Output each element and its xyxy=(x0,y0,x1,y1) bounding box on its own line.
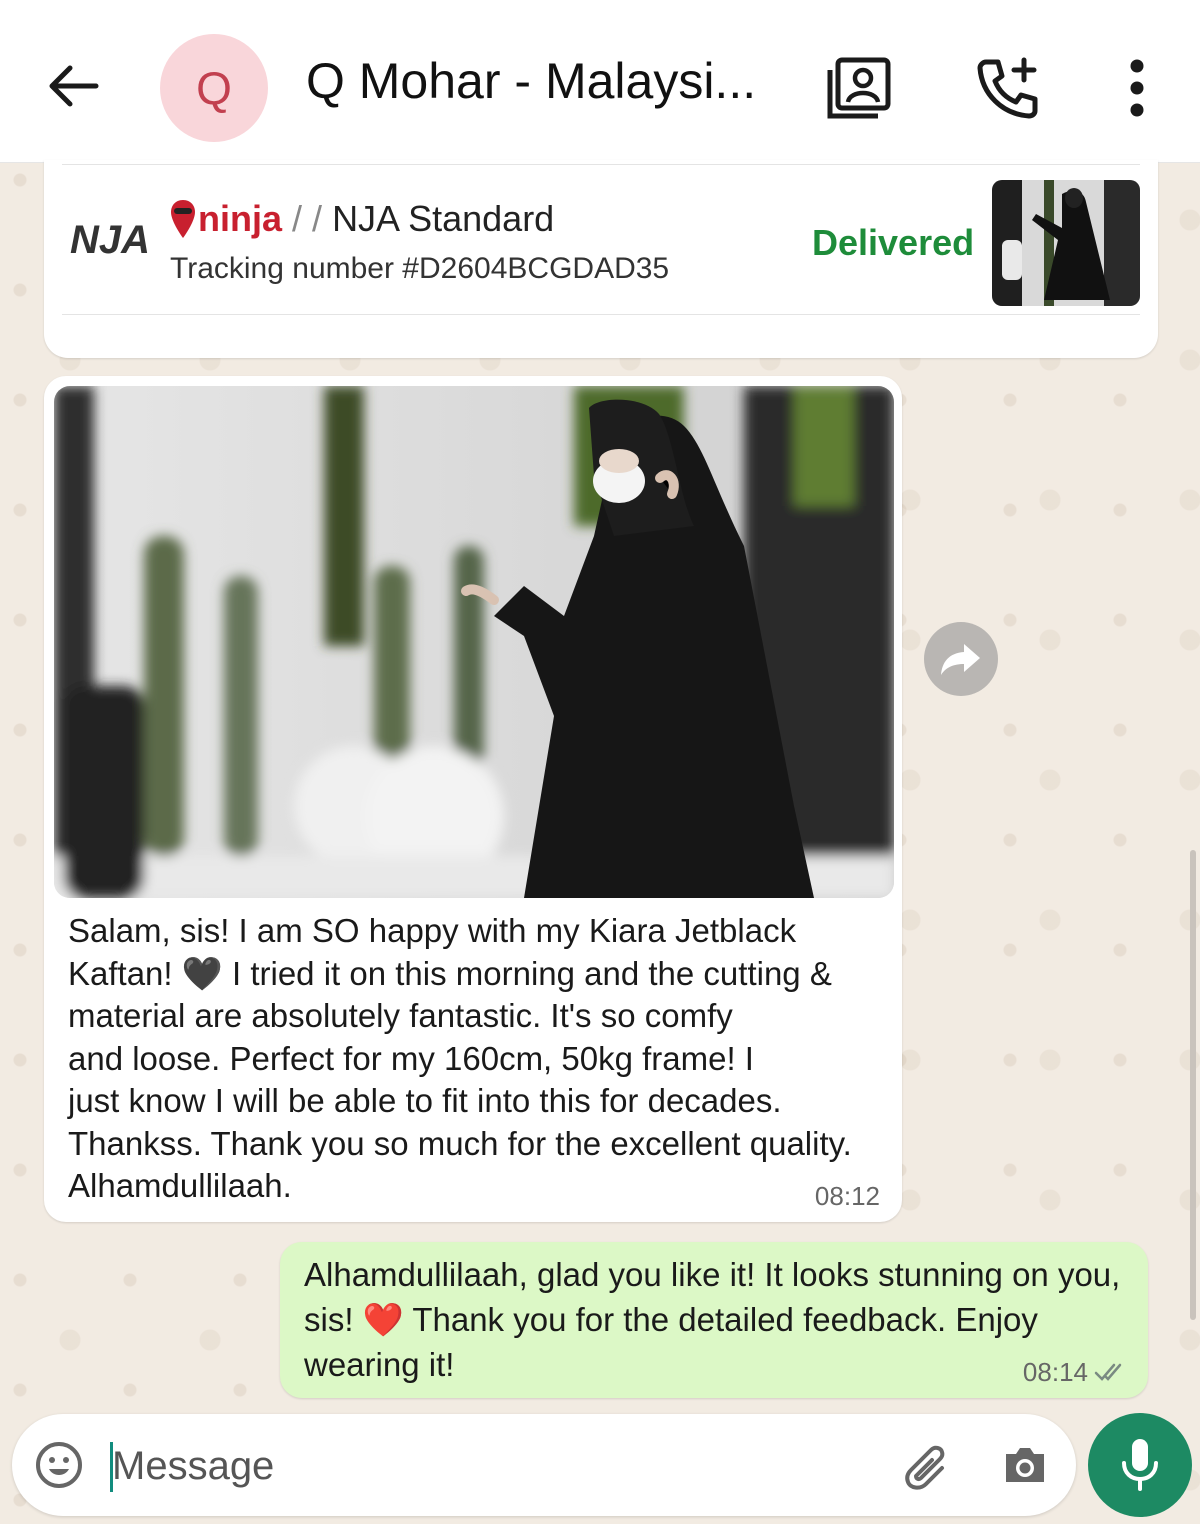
mic-button[interactable] xyxy=(1088,1413,1192,1517)
camera-button[interactable] xyxy=(1000,1440,1050,1495)
back-arrow-icon xyxy=(49,65,99,107)
attach-button[interactable] xyxy=(902,1442,952,1497)
back-button[interactable] xyxy=(44,56,104,116)
courier-logo: NJA xyxy=(70,218,151,262)
text-line: sis! ❤️ Thank you for the detailed feedb… xyxy=(304,1301,1038,1338)
incoming-message[interactable]: Salam, sis! I am SO happy with my Kiara … xyxy=(44,376,902,1222)
attach-icon xyxy=(905,1445,945,1490)
add-call-icon xyxy=(977,57,1038,119)
product-thumbnail[interactable] xyxy=(992,180,1140,306)
add-call-button[interactable] xyxy=(976,56,1042,125)
message-photo[interactable] xyxy=(54,386,894,898)
text-line: and loose. Perfect for my 160cm, 50kg fr… xyxy=(68,1039,754,1077)
avatar[interactable]: Q xyxy=(160,34,268,142)
contact-name[interactable]: Q Mohar - Malaysi... xyxy=(306,52,786,110)
mic-icon xyxy=(1122,1439,1158,1491)
message-composer xyxy=(12,1414,1076,1516)
text-line: Salam, sis! I am SO happy with my Kiara … xyxy=(68,912,797,949)
contact-card-button[interactable] xyxy=(826,56,892,125)
contact-card-icon xyxy=(827,57,891,119)
more-options-button[interactable] xyxy=(1120,56,1154,125)
message-timestamp: 08:14 xyxy=(1022,1357,1088,1387)
divider xyxy=(62,314,1140,315)
delivery-status: Delivered xyxy=(812,222,975,263)
emoji-icon xyxy=(36,1442,82,1488)
text-line: Thankss. Thank you so much for the excel… xyxy=(68,1124,852,1162)
chat-header: Q Q Mohar - Malaysi... xyxy=(0,0,1200,163)
double-check-icon xyxy=(1094,1363,1122,1381)
divider xyxy=(62,164,1140,165)
forward-button[interactable] xyxy=(924,622,998,696)
forward-icon xyxy=(941,644,980,675)
scrollbar[interactable] xyxy=(1190,850,1196,1320)
courier-brand: ninja xyxy=(198,198,283,239)
text-line: Alhamdullilaah, glad you like it! It loo… xyxy=(304,1256,1121,1293)
tracking-number: Tracking number #D2604BCGDAD35 xyxy=(170,252,670,285)
ninja-pin-icon xyxy=(171,200,195,238)
courier-service: NJA Standard xyxy=(332,198,555,239)
courier-service-line: ninja / / NJA Standard xyxy=(198,198,554,240)
incoming-message-text: Salam, sis! I am SO happy with my Kiara … xyxy=(68,910,888,1208)
text-line: just know I will be able to fit into thi… xyxy=(68,1082,782,1119)
message-timestamp: 08:12 xyxy=(814,1181,880,1211)
text-line: Kaftan! 🖤 I tried it on this morning and… xyxy=(68,954,832,992)
emoji-button[interactable] xyxy=(34,1440,84,1495)
text-line: wearing it! xyxy=(304,1346,455,1383)
text-line: material are absolutely fantastic. It's … xyxy=(68,997,733,1034)
message-input[interactable] xyxy=(110,1438,674,1494)
outgoing-message[interactable]: Alhamdullilaah, glad you like it! It loo… xyxy=(280,1242,1148,1398)
outgoing-message-text: Alhamdullilaah, glad you like it! It loo… xyxy=(304,1252,1134,1387)
text-line: Alhamdullilaah. xyxy=(68,1167,292,1204)
camera-icon xyxy=(1006,1448,1044,1482)
courier-separator: / / xyxy=(292,198,323,239)
delivery-status-card[interactable]: NJA ninja / / NJA Standard Tracking numb… xyxy=(44,160,1158,358)
more-vert-icon xyxy=(1130,59,1144,117)
